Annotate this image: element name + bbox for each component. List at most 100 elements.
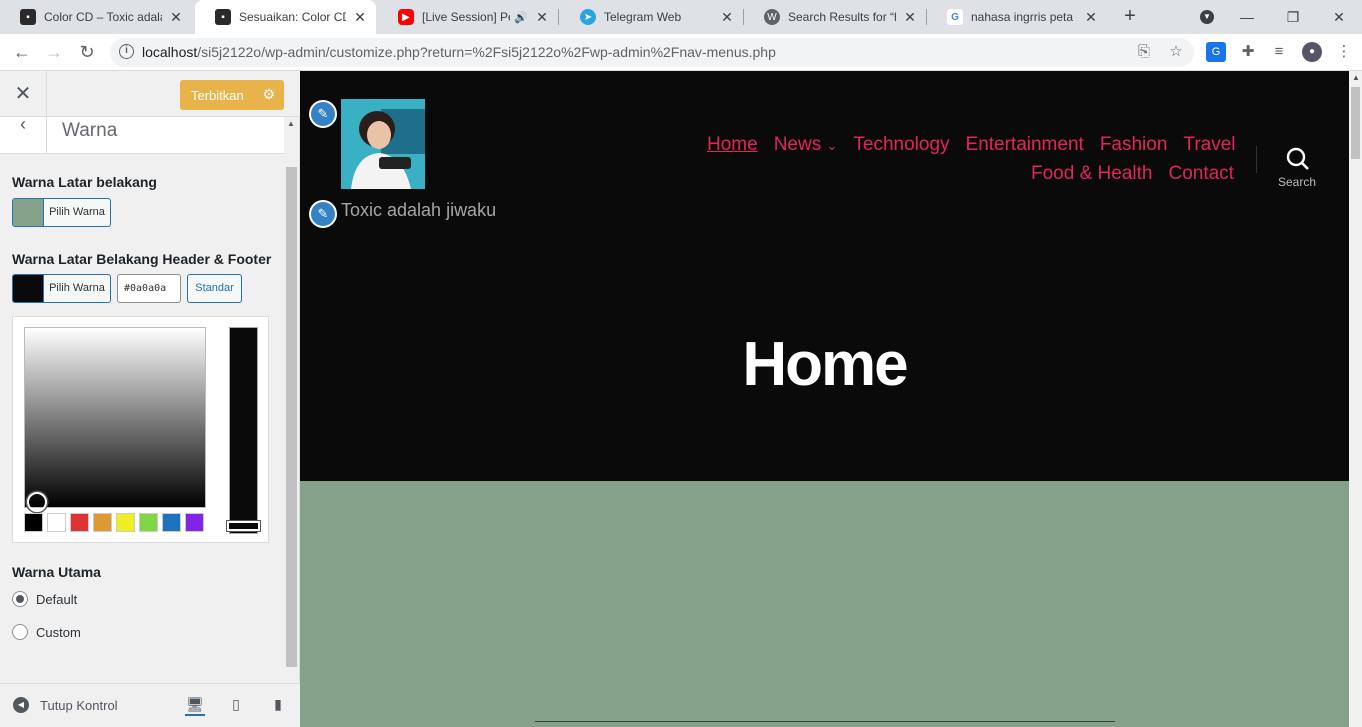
wordpress-icon: W (764, 9, 780, 25)
browser-tab[interactable]: ▶ [Live Session] Pertemuan 🔊 ✕ (378, 0, 558, 34)
browser-tab[interactable]: W Search Results for “header” ✕ (744, 0, 926, 34)
close-tab-icon[interactable]: ✕ (534, 9, 550, 26)
palette-swatch[interactable] (93, 513, 112, 532)
extensions-puzzle-icon[interactable]: ✚ (1238, 42, 1258, 62)
default-color-button[interactable]: Standar (187, 274, 242, 303)
palette-swatch[interactable] (162, 513, 181, 532)
media-control-icon[interactable]: ≡ (1269, 42, 1289, 62)
browser-tab[interactable]: ➤ Telegram Web ✕ (560, 0, 743, 34)
radio-label: Default (36, 591, 78, 607)
site-logo[interactable] (341, 99, 425, 189)
close-tab-icon[interactable]: ✕ (1083, 9, 1099, 26)
forward-icon[interactable]: → (42, 40, 66, 64)
youtube-icon: ▶ (398, 9, 414, 25)
page-content (300, 481, 1349, 727)
palette-swatch[interactable] (185, 513, 204, 532)
desktop-preview-icon[interactable]: 🖥 (185, 696, 205, 716)
search-label: Search (1277, 175, 1317, 189)
menu-item-fashion[interactable]: Fashion (1100, 134, 1168, 156)
radio-button[interactable] (12, 591, 28, 607)
close-tab-icon[interactable]: ✕ (168, 9, 184, 26)
minimize-button[interactable]: — (1224, 0, 1270, 34)
menu-item-home[interactable]: Home (707, 134, 758, 156)
radio-custom[interactable]: Custom (12, 624, 81, 640)
browser-tab[interactable]: ▪ Color CD – Toxic adalah jiwaku ✕ (0, 0, 192, 34)
publish-button[interactable]: Terbitkan ⚙ (180, 80, 284, 110)
hex-color-input[interactable]: #0a0a0a (117, 274, 181, 303)
scrollbar-thumb[interactable] (1351, 87, 1360, 159)
collapse-controls-button[interactable]: ◀ Tutup Kontrol (13, 697, 118, 713)
scroll-up-arrow-icon[interactable]: ▲ (287, 119, 295, 128)
pick-color-label: Pilih Warna (49, 282, 105, 294)
primary-color-label: Warna Utama (12, 564, 101, 580)
header-footer-color-swatch (13, 275, 44, 302)
page-title: Home (742, 330, 908, 399)
google-translate-extension-icon[interactable]: G (1206, 42, 1226, 62)
color-picker-handle[interactable] (27, 492, 47, 512)
browser-menu-icon[interactable]: ⋮ (1334, 42, 1354, 62)
radio-default[interactable]: Default (12, 591, 77, 607)
new-tab-button[interactable]: + (1119, 5, 1141, 27)
header-footer-color-button[interactable]: Pilih Warna (12, 274, 111, 303)
color-palette (24, 513, 204, 532)
browser-tab-active[interactable]: ▪ Sesuaikan: Color CD – Toxic adalah jiw… (195, 0, 376, 34)
palette-swatch[interactable] (47, 513, 66, 532)
browser-tab-strip: ▪ Color CD – Toxic adalah jiwaku ✕ ▪ Ses… (0, 0, 1362, 34)
close-window-button[interactable]: ✕ (1316, 0, 1362, 34)
menu-separator (1256, 146, 1257, 173)
tab-title: Color CD – Toxic adalah jiwaku (44, 10, 162, 24)
site-info-icon[interactable]: i (119, 44, 134, 59)
bg-color-swatch (13, 199, 44, 226)
telegram-icon: ➤ (580, 9, 596, 25)
bookmark-star-icon[interactable]: ☆ (1166, 42, 1186, 62)
close-tab-icon[interactable]: ✕ (352, 9, 368, 26)
translate-icon[interactable]: ⎘ (1134, 42, 1154, 62)
hue-strip-handle[interactable] (227, 521, 260, 531)
address-bar[interactable]: i localhost/si5j2122o/wp-admin/customize… (110, 38, 1194, 67)
scrollbar-thumb[interactable] (286, 167, 297, 667)
mobile-preview-icon[interactable]: ▮ (268, 696, 288, 716)
sidebar-scrollbar[interactable]: ▲ (285, 117, 298, 717)
palette-swatch[interactable] (70, 513, 89, 532)
back-arrow-icon[interactable]: ‹ (0, 115, 47, 154)
menu-item-food-health[interactable]: Food & Health (1031, 163, 1152, 185)
site-preview: ✎ ✎ Toxic adalah jiwaku Home News ⌄ Tech… (300, 71, 1362, 727)
color-saturation-square[interactable] (24, 327, 206, 508)
maximize-button[interactable]: ❐ (1270, 0, 1316, 34)
audio-playing-icon[interactable]: 🔊 (514, 11, 528, 24)
bg-color-button[interactable]: Pilih Warna (12, 198, 111, 227)
site-tagline[interactable]: Toxic adalah jiwaku (341, 200, 496, 221)
google-icon: G (947, 9, 963, 25)
close-tab-icon[interactable]: ✕ (902, 9, 918, 26)
palette-swatch[interactable] (139, 513, 158, 532)
reload-icon[interactable]: ↻ (75, 40, 99, 64)
pick-color-label: Pilih Warna (49, 206, 105, 218)
gear-icon[interactable]: ⚙ (262, 86, 275, 103)
palette-swatch[interactable] (116, 513, 135, 532)
browser-tab[interactable]: G nahasa ingrris peta - Penelusuran ✕ (927, 0, 1107, 34)
menu-item-news[interactable]: News ⌄ (774, 134, 838, 156)
back-icon[interactable]: ← (10, 40, 34, 64)
scroll-up-arrow-icon[interactable]: ▲ (1352, 73, 1360, 82)
tablet-preview-icon[interactable]: ▯ (226, 696, 246, 716)
close-customizer-icon[interactable]: ✕ (0, 71, 47, 117)
search-toggle[interactable]: Search (1270, 147, 1324, 189)
radio-button[interactable] (12, 624, 28, 640)
primary-menu-row-2: Food & Health Contact (1031, 163, 1234, 185)
edit-tagline-pencil-icon[interactable]: ✎ (309, 200, 337, 228)
menu-item-contact[interactable]: Contact (1168, 163, 1233, 185)
preview-scrollbar[interactable]: ▲ (1349, 71, 1362, 727)
color-hue-strip[interactable] (229, 327, 258, 534)
profile-avatar[interactable]: ● (1302, 42, 1322, 62)
tab-title: Telegram Web (604, 10, 682, 24)
menu-item-technology[interactable]: Technology (853, 134, 949, 156)
site-header: ✎ ✎ Toxic adalah jiwaku Home News ⌄ Tech… (300, 71, 1349, 481)
palette-swatch[interactable] (24, 513, 43, 532)
close-tab-icon[interactable]: ✕ (719, 9, 735, 26)
chevron-down-icon: ⌄ (826, 138, 838, 153)
edit-logo-pencil-icon[interactable]: ✎ (309, 100, 337, 128)
url-text[interactable]: localhost/si5j2122o/wp-admin/customize.p… (142, 44, 776, 60)
menu-item-travel[interactable]: Travel (1183, 134, 1235, 156)
customizer-header: ✕ Terbitkan ⚙ (0, 71, 300, 117)
menu-item-entertainment[interactable]: Entertainment (966, 134, 1084, 156)
